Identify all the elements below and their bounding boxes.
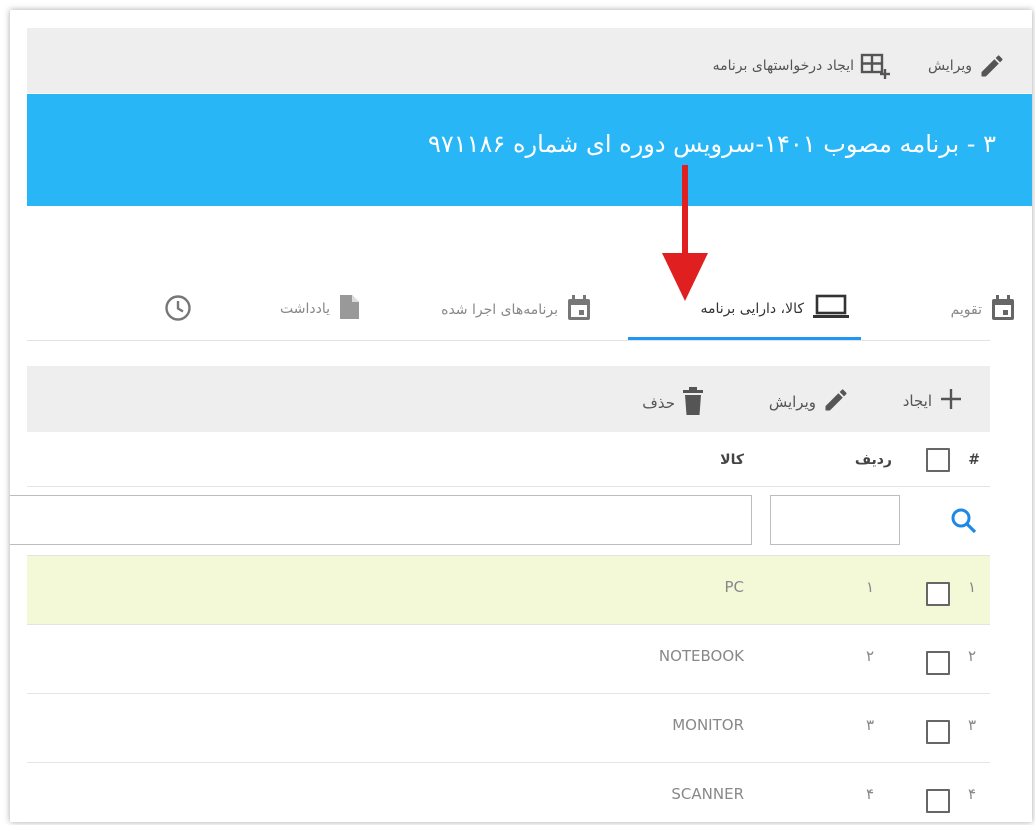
title-bar: ۳ - برنامه مصوب ۱۴۰۱-سرویس دوره ای شماره… [27, 94, 1032, 206]
app-content: ویرایش ایجاد درخواستهای برنامه ۳ - برنام… [10, 10, 1032, 822]
row-filter-input[interactable] [770, 495, 900, 545]
row-number: ۳ [865, 716, 874, 734]
column-header-hash: # [968, 452, 980, 468]
pencil-icon [822, 386, 850, 418]
item-filter-input[interactable] [10, 495, 752, 545]
edit-button[interactable]: ویرایش [928, 52, 1006, 80]
row-index: ۴ [967, 785, 976, 803]
tab-notes[interactable]: یادداشت [280, 294, 360, 324]
plus-icon [938, 386, 964, 416]
tab-history[interactable] [164, 294, 192, 326]
column-header-item: کالا [720, 452, 744, 468]
annotation-arrow [662, 165, 708, 301]
row-checkbox[interactable] [926, 789, 950, 813]
calendar-icon [990, 294, 1016, 326]
row-number: ۱ [865, 578, 874, 596]
edit-label: ویرایش [927, 58, 972, 74]
row-checkbox[interactable] [926, 720, 950, 744]
laptop-icon [812, 294, 850, 324]
tab-executed-programs[interactable]: برنامه‌های اجرا شده [441, 294, 592, 326]
table-row[interactable]: ۳ ۳ MONITOR [27, 694, 990, 763]
filter-row [10, 487, 990, 556]
tab-calendar[interactable]: تقویم [951, 294, 1016, 326]
edit-row-button[interactable]: ویرایش [769, 386, 850, 418]
trash-icon [681, 386, 705, 420]
pencil-icon [978, 52, 1006, 80]
page-title: ۳ - برنامه مصوب ۱۴۰۱-سرویس دوره ای شماره… [427, 130, 996, 158]
row-number: ۴ [865, 785, 874, 803]
select-all-checkbox[interactable] [926, 448, 950, 472]
table-row[interactable]: ۱ ۱ PC [27, 556, 990, 625]
table-toolbar: ایجاد ویرایش حذف [27, 366, 990, 432]
row-item: PC [724, 578, 744, 596]
create-requests-label: ایجاد درخواستهای برنامه [712, 58, 854, 74]
window-frame: ویرایش ایجاد درخواستهای برنامه ۳ - برنام… [10, 10, 1032, 822]
row-index: ۲ [967, 647, 976, 665]
column-header-row: ردیف [854, 452, 892, 468]
active-tab-indicator [628, 337, 861, 340]
tab-bar: تقویم کالا، دارایی برنامه برنامه‌های اجر… [27, 280, 1014, 341]
table-header: # ردیف کالا [27, 434, 990, 487]
tab-notes-label: یادداشت [280, 301, 330, 317]
tab-calendar-label: تقویم [950, 302, 982, 318]
table-row[interactable]: ۴ ۴ SCANNER [27, 763, 990, 822]
clock-icon [164, 294, 192, 326]
create-button[interactable]: ایجاد [903, 386, 964, 416]
row-index: ۱ [967, 578, 976, 596]
table-row[interactable]: ۲ ۲ NOTEBOOK [27, 625, 990, 694]
create-label: ایجاد [902, 392, 932, 410]
delete-button[interactable]: حذف [642, 386, 705, 420]
edit-row-label: ویرایش [768, 393, 816, 411]
calendar-icon [566, 294, 592, 326]
row-checkbox[interactable] [926, 651, 950, 675]
row-item: SCANNER [671, 785, 744, 803]
row-item: MONITOR [672, 716, 744, 734]
tab-executed-label: برنامه‌های اجرا شده [441, 302, 558, 318]
row-item: NOTEBOOK [658, 647, 744, 665]
delete-label: حذف [642, 394, 675, 412]
table-add-icon [860, 52, 890, 80]
create-requests-button[interactable]: ایجاد درخواستهای برنامه [713, 52, 890, 80]
row-index: ۳ [967, 716, 976, 734]
row-checkbox[interactable] [926, 582, 950, 606]
top-toolbar: ویرایش ایجاد درخواستهای برنامه [27, 28, 1032, 93]
tab-assets-label: کالا، دارایی برنامه [700, 301, 804, 317]
tab-assets[interactable]: کالا، دارایی برنامه [701, 294, 850, 324]
row-number: ۲ [865, 647, 874, 665]
document-icon [338, 294, 360, 324]
search-icon[interactable] [950, 507, 978, 539]
